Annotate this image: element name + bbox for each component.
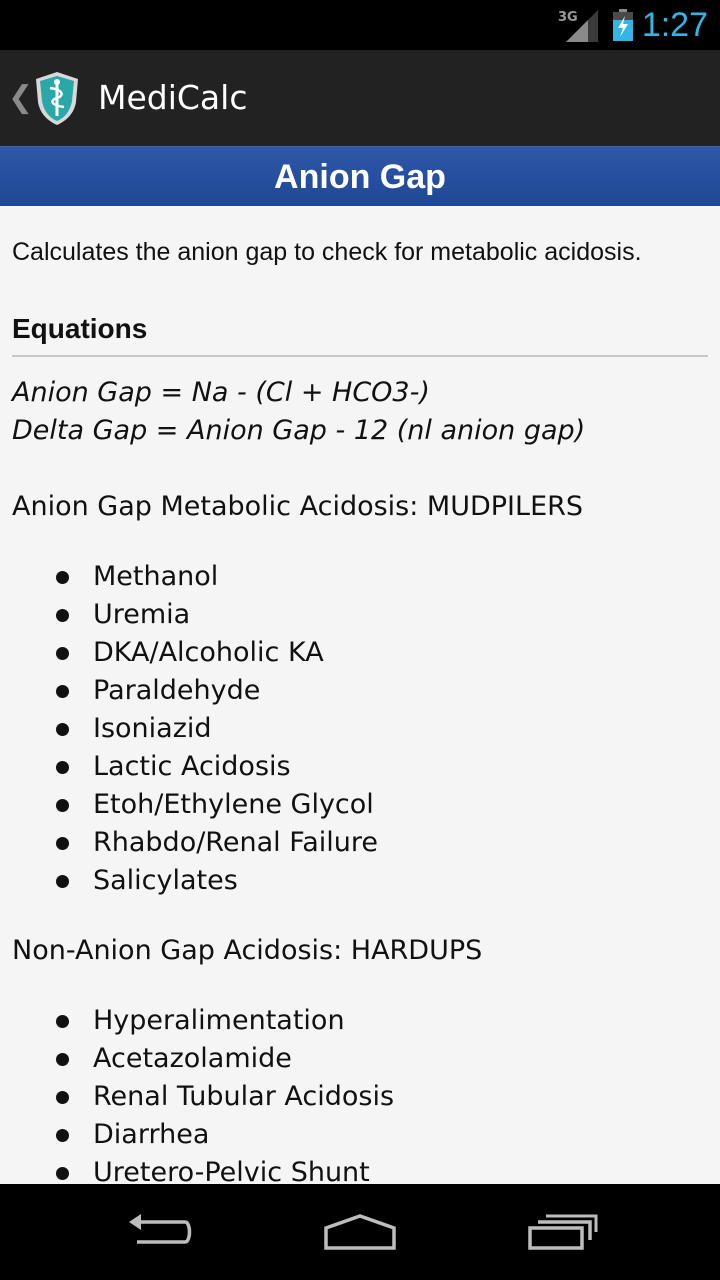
section-divider	[12, 355, 708, 357]
recent-apps-icon	[528, 1214, 598, 1250]
status-clock: 1:27	[641, 6, 708, 44]
status-bar: 3G 1:27	[0, 0, 720, 50]
list-item: DKA/Alcoholic KA	[0, 634, 720, 672]
content-area[interactable]: Calculates the anion gap to check for me…	[0, 206, 720, 1184]
list-item: Salicylates	[0, 862, 720, 900]
home-button[interactable]	[285, 1184, 435, 1280]
list-item: Hyperalimentation	[0, 1002, 720, 1040]
equation-delta-gap: Delta Gap = Anion Gap - 12 (nl anion gap…	[12, 415, 586, 446]
title-banner: Anion Gap	[0, 146, 720, 206]
list-item: Acetazolamide	[0, 1040, 720, 1078]
hardups-list: Hyperalimentation Acetazolamide Renal Tu…	[0, 1002, 720, 1184]
equation-anion-gap: Anion Gap = Na - (Cl + HCO3-)	[12, 377, 430, 408]
equations-heading: Equations	[12, 313, 148, 344]
medicalc-shield-icon[interactable]	[34, 70, 80, 126]
back-button[interactable]	[85, 1184, 235, 1280]
mudpilers-list: Methanol Uremia DKA/Alcoholic KA Paralde…	[0, 558, 720, 900]
group-heading-hardups: Non-Anion Gap Acidosis: HARDUPS	[12, 935, 483, 966]
list-item: Methanol	[0, 558, 720, 596]
battery-charging-icon	[613, 9, 633, 41]
network-type-label: 3G	[558, 10, 578, 25]
page-title: Anion Gap	[274, 158, 446, 196]
action-bar: ❮ MediCalc	[0, 50, 720, 146]
app-title: MediCalc	[98, 78, 248, 117]
list-item: Isoniazid	[0, 710, 720, 748]
calculator-description: Calculates the anion gap to check for me…	[12, 238, 642, 266]
list-item: Paraldehyde	[0, 672, 720, 710]
list-item: Uretero-Pelvic Shunt	[0, 1154, 720, 1184]
list-item: Rhabdo/Renal Failure	[0, 824, 720, 862]
list-item: Etoh/Ethylene Glycol	[0, 786, 720, 824]
list-item: Lactic Acidosis	[0, 748, 720, 786]
home-icon	[324, 1214, 396, 1250]
group-heading-mudpilers: Anion Gap Metabolic Acidosis: MUDPILERS	[12, 491, 584, 522]
list-item: Renal Tubular Acidosis	[0, 1078, 720, 1116]
recent-apps-button[interactable]	[487, 1184, 637, 1280]
signal-icon: 3G	[558, 10, 598, 42]
back-icon	[129, 1214, 192, 1244]
list-item: Uremia	[0, 596, 720, 634]
navigation-bar	[0, 1184, 720, 1280]
list-item: Diarrhea	[0, 1116, 720, 1154]
back-chevron-icon[interactable]: ❮	[8, 80, 33, 116]
